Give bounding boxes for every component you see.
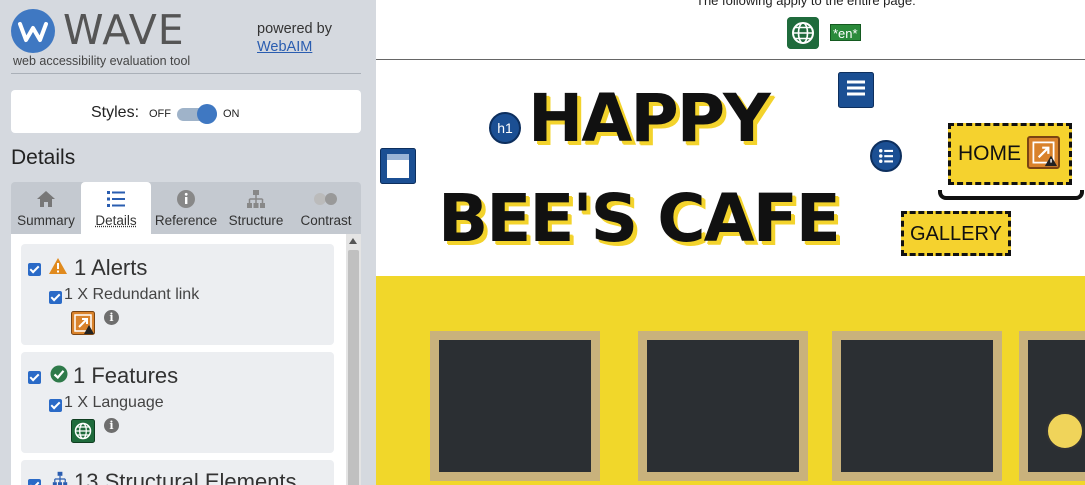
- list-icon: [107, 191, 125, 207]
- webaim-link[interactable]: WebAIM: [257, 39, 312, 55]
- styles-off-label: OFF: [149, 108, 171, 120]
- redundant-link-info-icon[interactable]: i: [104, 310, 119, 325]
- redundant-link-item[interactable]: 1 X Redundant link: [64, 286, 199, 304]
- navigation-region-icon[interactable]: [838, 72, 874, 108]
- tab-contrast[interactable]: Contrast: [291, 182, 361, 234]
- page-preview: The following apply to the entire page: …: [376, 0, 1085, 485]
- alerts-checkbox[interactable]: [28, 263, 41, 276]
- cafe-title-line1: HAPPY: [528, 80, 771, 157]
- home-icon: [37, 191, 55, 207]
- chalkboard: [832, 331, 1002, 481]
- nav-gallery-link[interactable]: GALLERY: [901, 211, 1011, 256]
- redundant-link-icon[interactable]: [1027, 136, 1060, 169]
- info-icon: [177, 190, 195, 208]
- tab-summary-label: Summary: [17, 213, 75, 228]
- language-info-icon[interactable]: i: [104, 418, 119, 433]
- cafe-title-line2: BEE'S CAFE: [438, 180, 841, 257]
- tab-structure-label: Structure: [228, 213, 284, 228]
- wave-subtitle: web accessibility evaluation tool: [13, 54, 191, 68]
- details-scrollbar[interactable]: [346, 234, 361, 485]
- structural-card: 13 Structural Elements: [21, 460, 334, 485]
- tab-summary[interactable]: Summary: [11, 182, 81, 234]
- features-title: 1 Features: [73, 363, 179, 388]
- preview-divider: [376, 59, 1085, 60]
- styles-toggle-box: Styles: OFF ON: [11, 90, 361, 133]
- wave-sidebar: WAVE web accessibility evaluation tool p…: [0, 0, 376, 485]
- details-heading: Details: [11, 146, 76, 169]
- wave-logo-icon[interactable]: [11, 9, 55, 53]
- tab-reference[interactable]: Reference: [151, 182, 221, 234]
- structural-checkbox[interactable]: [28, 479, 41, 485]
- language-checkbox[interactable]: [49, 399, 62, 412]
- header-region-icon[interactable]: [380, 148, 416, 184]
- chalkboard: [638, 331, 808, 481]
- features-card: 1 Features 1 X Language i: [21, 352, 334, 453]
- styles-toggle-knob[interactable]: [197, 104, 217, 124]
- check-circle-icon: [50, 365, 68, 383]
- language-item[interactable]: 1 X Language: [64, 394, 164, 412]
- nav-gallery-label: GALLERY: [910, 223, 1002, 245]
- unordered-list-icon[interactable]: [870, 140, 902, 172]
- styles-on-label: ON: [223, 108, 240, 120]
- redundant-link-icon[interactable]: [71, 311, 95, 335]
- scroll-up-arrow-icon[interactable]: [349, 238, 357, 244]
- chalkboard: [1019, 331, 1085, 481]
- h1-badge-icon[interactable]: h1: [489, 112, 521, 144]
- tab-structure[interactable]: Structure: [221, 182, 291, 234]
- cafe-photo: [376, 276, 1085, 485]
- wave-logo-text: WAVE: [63, 6, 185, 54]
- home-active-indicator: [938, 190, 1084, 200]
- language-tag[interactable]: *en*: [830, 24, 861, 41]
- chalkboard: [430, 331, 600, 481]
- tab-contrast-label: Contrast: [300, 213, 352, 228]
- alert-triangle-icon: [49, 258, 67, 274]
- features-checkbox[interactable]: [28, 371, 41, 384]
- styles-label: Styles:: [91, 104, 140, 121]
- structural-title: 13 Structural Elements: [74, 469, 297, 485]
- apply-to-page-text: The following apply to the entire page:: [696, 0, 916, 8]
- tab-details-label: Details: [95, 213, 137, 228]
- tab-details[interactable]: Details: [81, 182, 151, 234]
- alerts-title: 1 Alerts: [74, 255, 148, 280]
- redundant-link-checkbox[interactable]: [49, 291, 62, 304]
- alerts-card: 1 Alerts 1 X Redundant link i: [21, 244, 334, 345]
- hierarchy-icon: [247, 190, 265, 208]
- panel-tabs: Summary Details Reference Structure Cont…: [11, 182, 361, 234]
- scroll-thumb[interactable]: [348, 250, 359, 485]
- powered-by-text: powered by: [257, 21, 332, 37]
- language-globe-icon[interactable]: [787, 17, 819, 49]
- hierarchy-icon: [52, 471, 68, 485]
- contrast-icon: [314, 193, 337, 205]
- language-globe-icon[interactable]: [71, 419, 95, 443]
- wave-header: WAVE web accessibility evaluation tool p…: [11, 6, 361, 74]
- bee-illustration-icon: [1046, 412, 1084, 450]
- nav-home-label: HOME: [958, 142, 1021, 165]
- tab-reference-label: Reference: [154, 213, 218, 228]
